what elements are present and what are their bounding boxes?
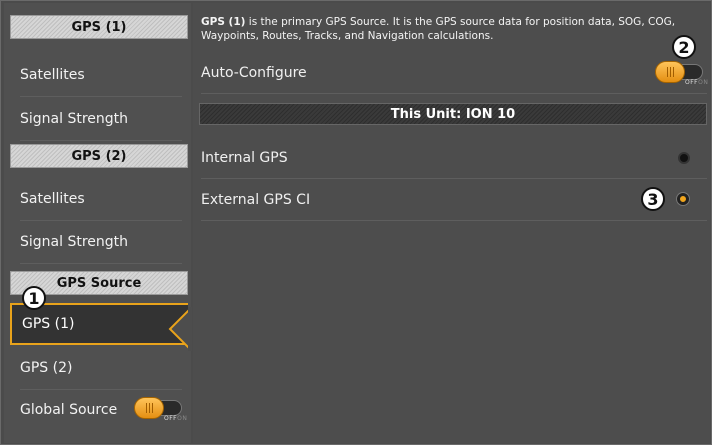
auto-configure-toggle[interactable]: OFFON: [655, 61, 708, 86]
main-panel: GPS (1) is the primary GPS Source. It is…: [193, 3, 710, 443]
global-source-label: Global Source: [20, 402, 118, 418]
gps2-signal-strength-item[interactable]: Signal Strength: [10, 220, 188, 264]
internal-gps-radio[interactable]: [678, 152, 690, 164]
internal-gps-row[interactable]: Internal GPS: [201, 137, 707, 179]
callout-1-badge: 1: [22, 286, 46, 310]
description-bold: GPS (1): [201, 16, 246, 28]
unit-section-header: This Unit: ION 10: [199, 103, 707, 125]
external-gps-radio[interactable]: [677, 193, 689, 205]
gps1-satellites-item[interactable]: Satellites: [10, 53, 188, 97]
auto-configure-row[interactable]: Auto-Configure: [201, 52, 707, 94]
toggle-off-on-label: OFFON: [685, 79, 709, 86]
callout-2-badge: 2: [672, 35, 696, 59]
internal-gps-label: Internal GPS: [201, 150, 288, 166]
gps-source-gps2-item[interactable]: GPS (2): [10, 346, 188, 390]
app-frame: GPS (1) Satellites Signal Strength GPS (…: [0, 0, 712, 445]
toggle-off-on-label: OFFON: [164, 415, 188, 422]
external-gps-label: External GPS CI: [201, 192, 311, 208]
gps1-section-header: GPS (1): [10, 15, 188, 39]
sidebar: GPS (1) Satellites Signal Strength GPS (…: [4, 3, 191, 443]
description-text: is the primary GPS Source. It is the GPS…: [201, 16, 676, 42]
callout-3-badge: 3: [641, 187, 665, 211]
toggle-knob: [655, 61, 685, 83]
gps2-satellites-item[interactable]: Satellites: [10, 177, 188, 221]
auto-configure-label: Auto-Configure: [201, 65, 307, 81]
gps1-signal-strength-item[interactable]: Signal Strength: [10, 97, 188, 141]
gps-source-description: GPS (1) is the primary GPS Source. It is…: [201, 15, 706, 43]
toggle-knob: [134, 397, 164, 419]
external-gps-row[interactable]: External GPS CI: [201, 179, 707, 221]
global-source-toggle[interactable]: OFFON: [134, 397, 187, 422]
gps2-section-header: GPS (2): [10, 144, 188, 168]
